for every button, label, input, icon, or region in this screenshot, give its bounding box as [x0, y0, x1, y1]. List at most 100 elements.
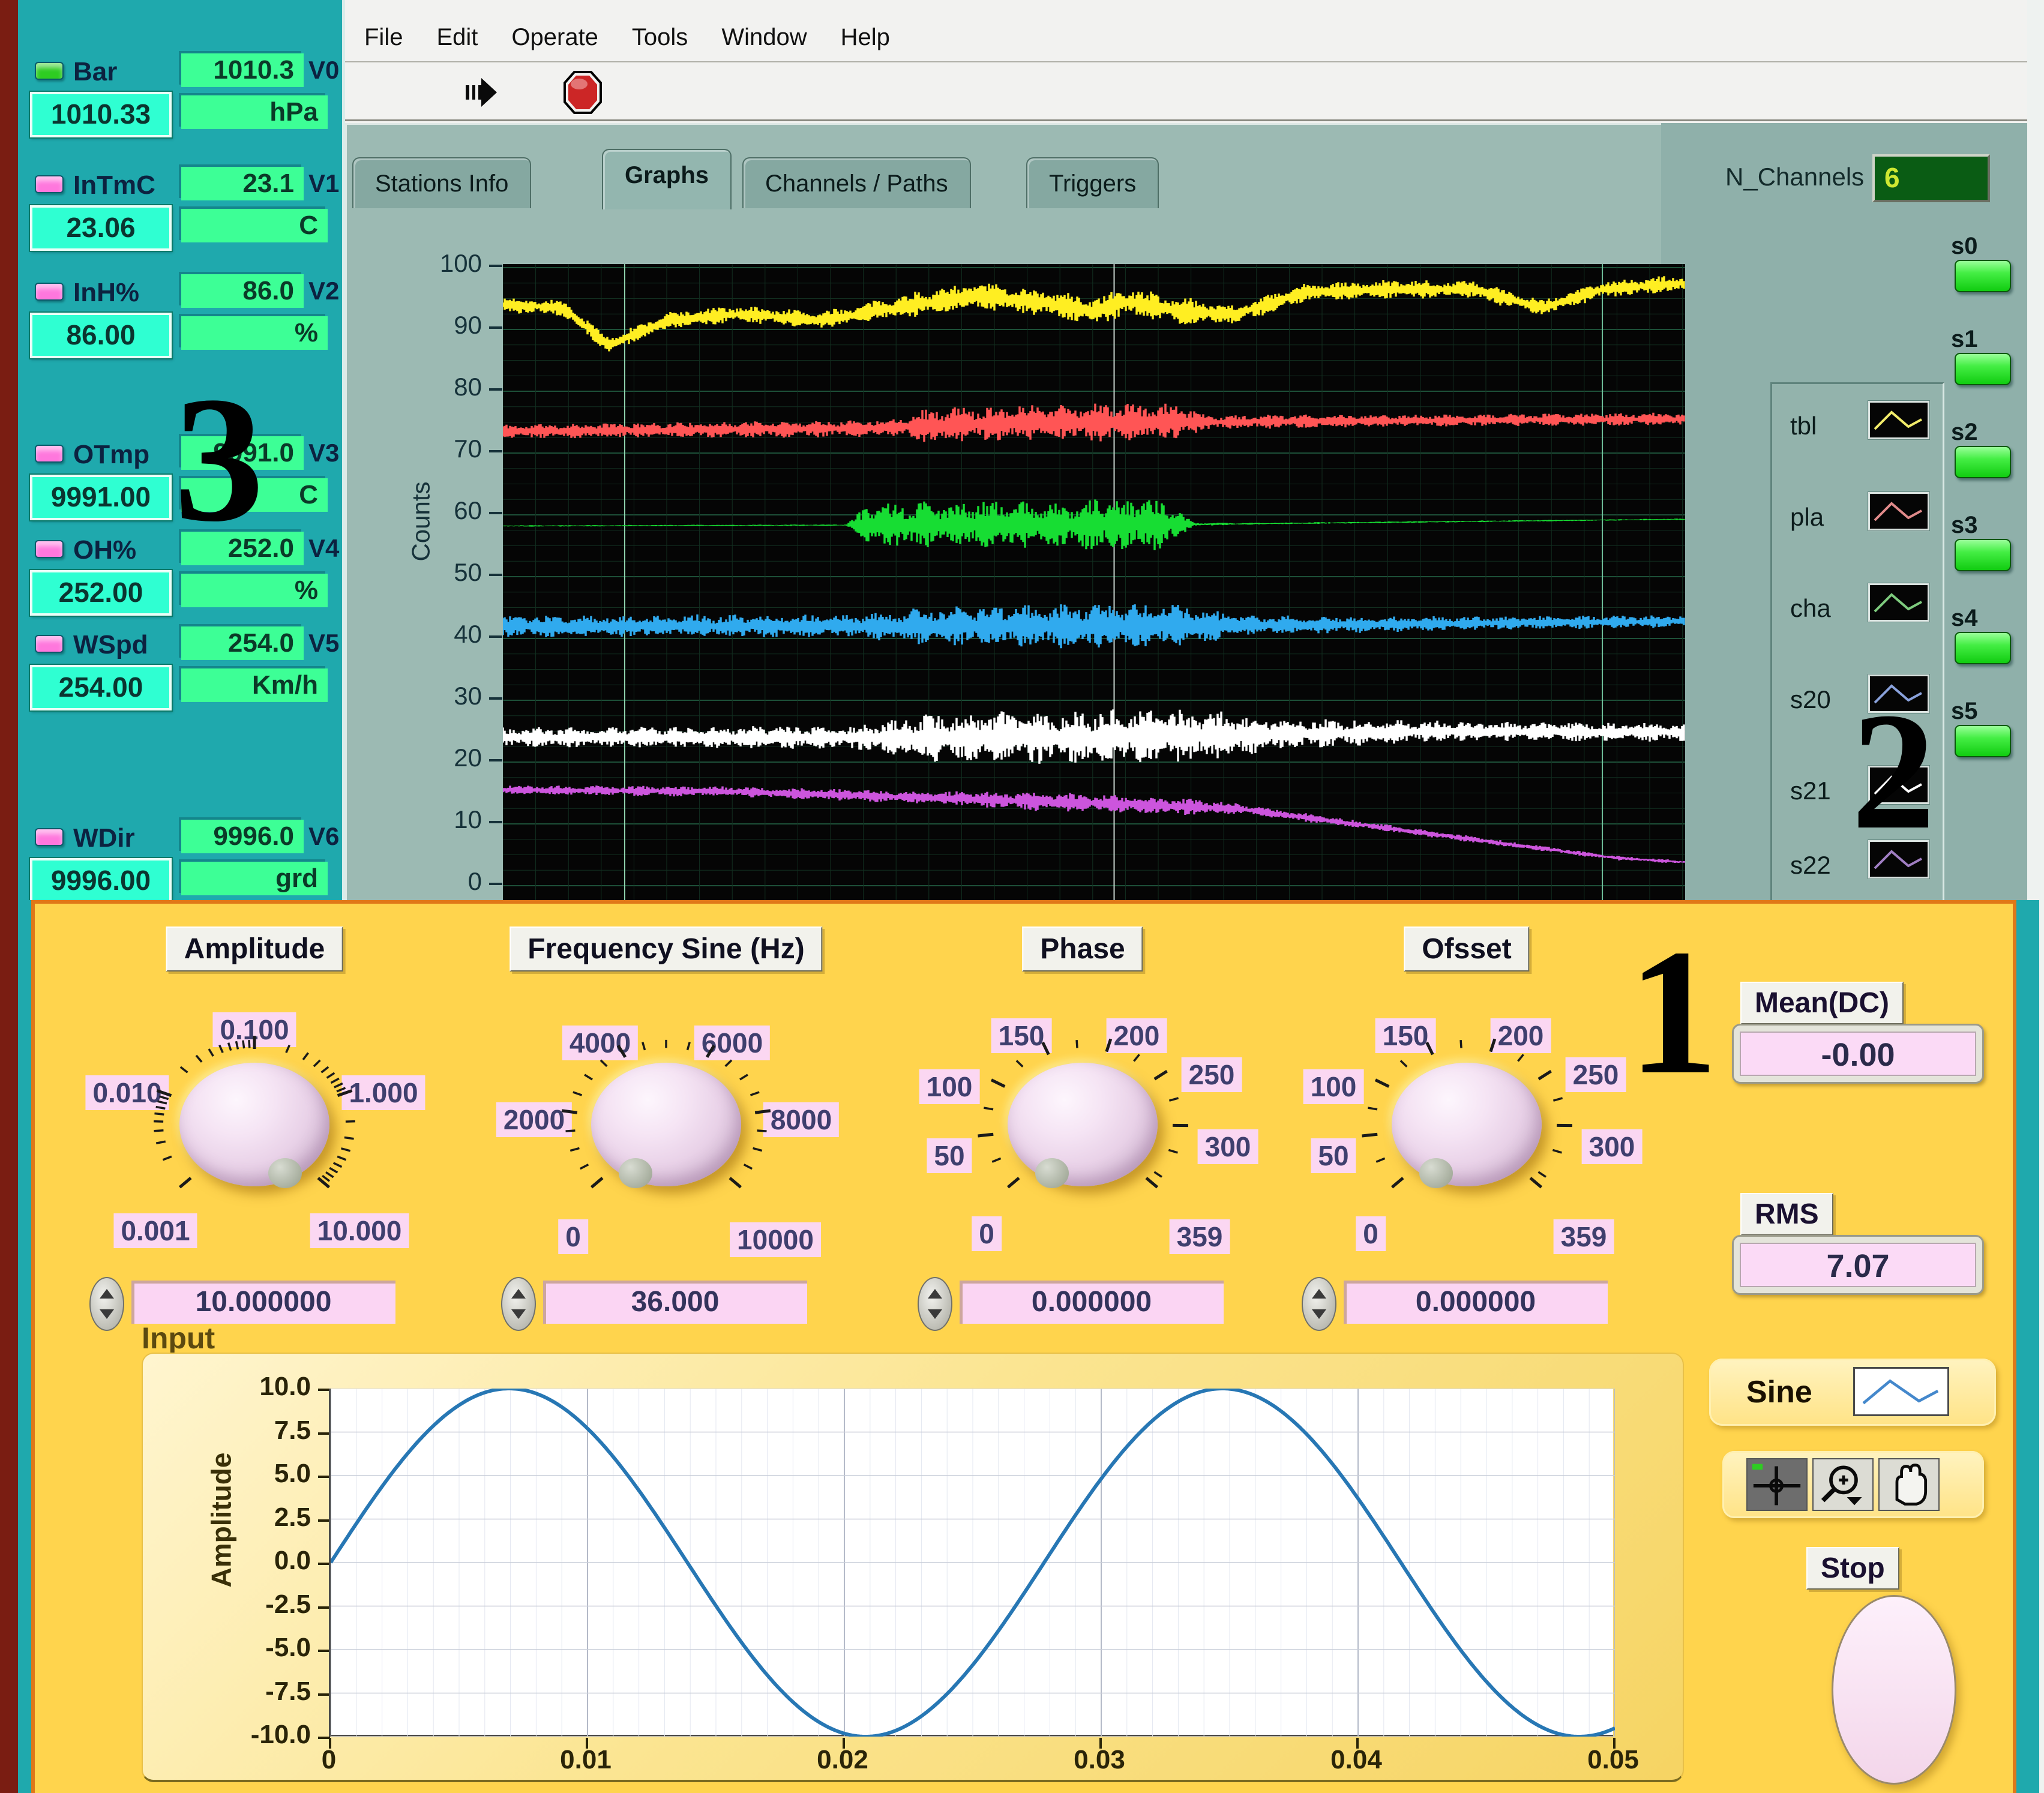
- legend-label: s22: [1790, 851, 1831, 880]
- tab-panel: Stations Info Graphs Channels / Paths Tr…: [345, 123, 2027, 900]
- sensor-reading-display: 1010.33: [30, 92, 172, 137]
- sensor-value-display: 86.0: [181, 274, 304, 308]
- mean-label: Mean(DC): [1740, 982, 1904, 1024]
- menu-bar: File Edit Operate Tools Window Help: [345, 13, 2027, 62]
- signal-generator-panel: Amplitude 0.001 0.010 0.100 1.000 10.000…: [31, 900, 2016, 1793]
- menu-window[interactable]: Window: [721, 24, 807, 51]
- sensor-row-wdir: WDir 9996.0 V6 9996.00 grd: [18, 823, 345, 900]
- y-tick: 30: [404, 682, 482, 710]
- pan-tool-button[interactable]: [1878, 1458, 1940, 1511]
- legend-label: tbl: [1790, 412, 1817, 440]
- sensor-unit-display: C: [181, 209, 328, 242]
- legend-label: s21: [1790, 776, 1831, 805]
- sensor-vtag: V4: [308, 534, 339, 563]
- menu-file[interactable]: File: [364, 24, 403, 51]
- frequency-knob[interactable]: [591, 1063, 741, 1186]
- y-tick: 50: [404, 558, 482, 587]
- mean-value: -0.00: [1740, 1032, 1976, 1076]
- x-tick: 0.04: [1308, 1745, 1404, 1775]
- legend-item[interactable]: cha: [1772, 572, 1943, 662]
- sensor-led: [35, 283, 64, 301]
- sensor-vtag: V3: [308, 439, 339, 467]
- legend-label: cha: [1790, 594, 1831, 623]
- sine-plot-area[interactable]: [329, 1389, 1613, 1737]
- cursor-tool-button[interactable]: [1746, 1458, 1808, 1511]
- legend-swatch: [1868, 583, 1929, 622]
- x-tick: 0.05: [1565, 1745, 1661, 1775]
- sensor-value-display: 23.1: [181, 167, 304, 200]
- y-tick: 20: [404, 743, 482, 772]
- menu-operate[interactable]: Operate: [511, 24, 598, 51]
- sensor-label: Bar: [73, 57, 117, 87]
- frequency-value-input[interactable]: 36.000: [543, 1281, 807, 1324]
- amplitude-knob[interactable]: [179, 1063, 329, 1186]
- stop-button[interactable]: [1832, 1595, 1956, 1785]
- phase-value-input[interactable]: 0.000000: [960, 1281, 1224, 1324]
- phase-spinner[interactable]: [918, 1277, 952, 1331]
- sine-wave-icon[interactable]: [1853, 1367, 1949, 1416]
- sensor-led: [35, 828, 64, 846]
- input-chart-label: Input: [142, 1321, 215, 1356]
- legend-item[interactable]: tbl: [1772, 390, 1943, 480]
- abort-button[interactable]: [561, 70, 604, 115]
- knob-group-amplitude: Amplitude 0.001 0.010 0.100 1.000 10.000…: [56, 916, 452, 1342]
- waveform-selector-label: Sine: [1746, 1374, 1812, 1410]
- sensor-vtag: V2: [308, 277, 339, 305]
- knob-pointer: [1419, 1158, 1453, 1188]
- sensor-row-bar: Bar 1010.3 V0 1010.33 hPa: [18, 57, 345, 153]
- x-tick: 0: [281, 1745, 377, 1775]
- sensor-unit-display: %: [181, 316, 328, 350]
- menu-edit[interactable]: Edit: [436, 24, 478, 51]
- sensor-led: [35, 175, 64, 193]
- input-chart: Amplitude 10.0 7.5 5.0 2.5 0.0 -2.5 -5.0…: [142, 1353, 1684, 1782]
- led-label: s5: [1951, 698, 1978, 725]
- waveform-plot[interactable]: [503, 264, 1685, 902]
- amplitude-value-input[interactable]: 10.000000: [131, 1281, 395, 1324]
- tab-stations-info[interactable]: Stations Info: [352, 157, 531, 208]
- sensor-label: InH%: [73, 278, 139, 308]
- y-tick: 40: [404, 620, 482, 649]
- offset-knob[interactable]: [1392, 1063, 1542, 1186]
- sensor-value-display: 254.0: [181, 626, 304, 660]
- waveform-graph: Counts 100 90 80 70 60 50 40 30 20 10 0: [345, 123, 1661, 902]
- offset-value-input[interactable]: 0.000000: [1344, 1281, 1608, 1324]
- sensor-value-display: 1010.3: [181, 53, 304, 87]
- x-tick: 0.03: [1051, 1745, 1147, 1775]
- sensor-led: [35, 635, 64, 653]
- menu-tools[interactable]: Tools: [632, 24, 688, 51]
- sensor-label: WSpd: [73, 630, 148, 660]
- rms-value: 7.07: [1740, 1243, 1976, 1287]
- channel-led: [1955, 725, 2011, 757]
- led-label: s0: [1951, 233, 1978, 260]
- offset-spinner[interactable]: [1302, 1277, 1336, 1331]
- rms-display: 7.07: [1732, 1235, 1984, 1295]
- sensor-unit-display: Km/h: [181, 668, 328, 702]
- tab-graphs[interactable]: Graphs: [602, 149, 732, 209]
- sensor-vtag: V5: [308, 629, 339, 658]
- amplitude-spinner[interactable]: [89, 1277, 124, 1331]
- annotation-digit-3: 3: [174, 369, 264, 549]
- tab-channels-paths[interactable]: Channels / Paths: [742, 157, 971, 208]
- background-strip: [2016, 900, 2044, 1793]
- tab-triggers[interactable]: Triggers: [1026, 157, 1159, 208]
- channel-led: [1955, 260, 2011, 292]
- menu-help[interactable]: Help: [841, 24, 890, 51]
- frequency-spinner[interactable]: [501, 1277, 536, 1331]
- legend-swatch: [1868, 401, 1929, 439]
- zoom-tool-button[interactable]: [1812, 1458, 1874, 1511]
- y-tick: 10: [404, 805, 482, 834]
- x-tick: 0.02: [795, 1745, 891, 1775]
- legend-item[interactable]: pla: [1772, 481, 1943, 571]
- sensor-unit-display: %: [181, 574, 328, 607]
- stop-label: Stop: [1806, 1547, 1899, 1590]
- led-label: s4: [1951, 605, 1978, 632]
- channel-led: [1955, 539, 2011, 571]
- run-button[interactable]: [462, 72, 503, 113]
- sensor-label: InTmC: [73, 170, 155, 200]
- y-tick: 70: [404, 434, 482, 463]
- y-tick: -7.5: [215, 1677, 311, 1707]
- x-tick: 0.01: [538, 1745, 634, 1775]
- waveform-selector[interactable]: Sine: [1709, 1359, 1996, 1426]
- y-tick: 0.0: [215, 1546, 311, 1576]
- phase-knob[interactable]: [1008, 1063, 1158, 1186]
